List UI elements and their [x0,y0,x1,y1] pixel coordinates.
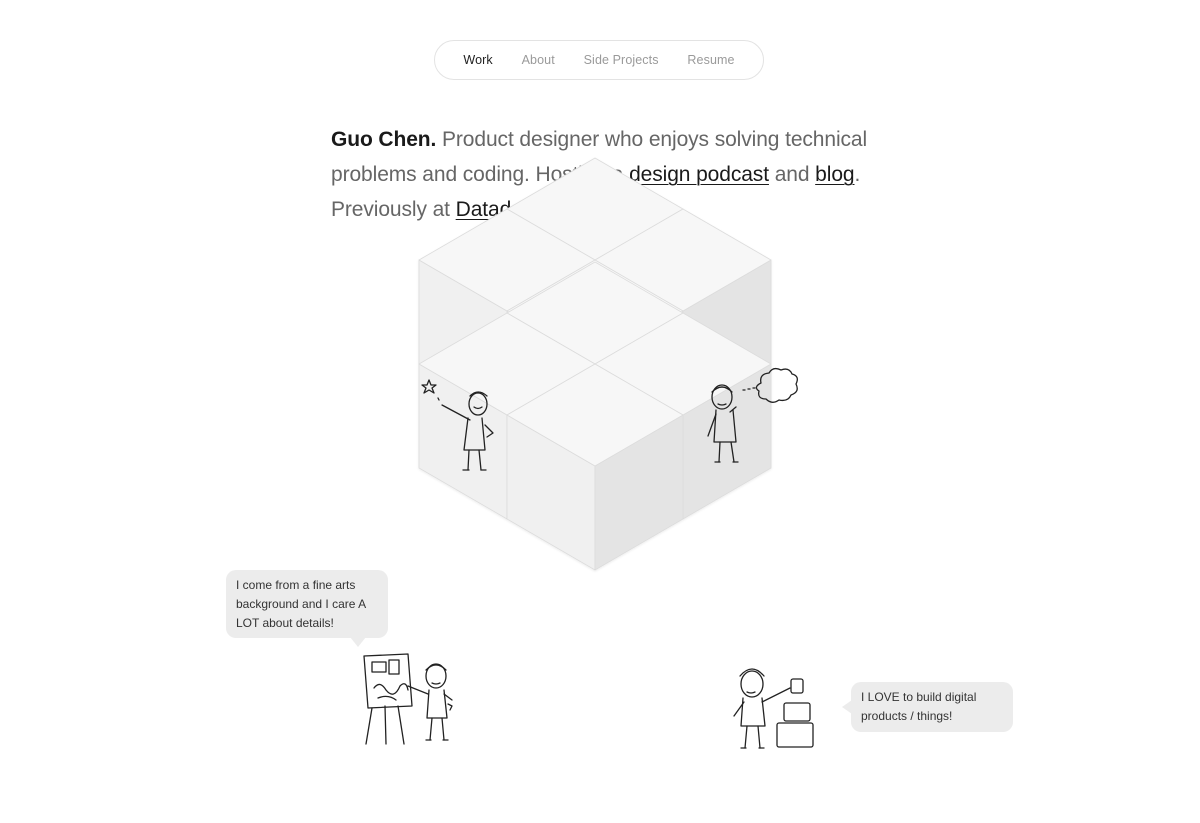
cube-face-left [418,363,508,520]
intro-text: and [768,163,816,186]
cube-face-left [594,259,684,416]
cube-face-left [594,363,684,520]
cube-face-top [506,363,684,467]
datadog-link[interactable]: Datadog [456,198,535,221]
easel-canvas [363,653,413,709]
cube-face-right [594,208,684,365]
cube-face-right [594,312,684,469]
cube-face-left [506,312,596,469]
cube-face-right [682,363,772,520]
intro-name: Guo Chen. [331,128,437,151]
nav-about[interactable]: About [522,53,555,67]
figure-waving-star [421,379,494,471]
speech-bubble-fine-arts: I come from a fine arts background and I… [226,570,388,647]
intro-text: . [645,198,652,221]
figure-painter [363,653,453,745]
cube-face-left [506,310,596,467]
design-podcast-link[interactable]: design podcast [629,163,769,186]
cube-face-top [506,261,684,365]
top-nav: Work About Side Projects Resume [434,40,764,80]
intro-paragraph: Guo Chen. Product designer who enjoys so… [331,122,871,227]
cube-face-right [594,414,684,571]
star-icon [421,379,437,394]
cube-face-left [418,259,508,416]
nav-side-projects[interactable]: Side Projects [584,53,659,67]
cube-face-left [506,414,596,571]
nav-resume[interactable]: Resume [687,53,734,67]
cube-face-right [682,259,772,416]
figure-thinking [707,367,798,463]
cube-face-right [506,363,596,520]
roblox-link[interactable]: Roblox [581,198,646,221]
thought-cloud-icon [755,367,798,403]
cube-face-top [506,259,684,363]
figure-builder [733,668,814,749]
nav-work[interactable]: Work [463,53,492,67]
cube-face-right [594,310,684,467]
cube-face-right [506,259,596,416]
blog-link[interactable]: blog [815,163,854,186]
page: Work About Side Projects Resume Guo Chen… [0,0,1200,823]
cube-face-left [506,208,596,365]
intro-text: and [534,198,581,221]
speech-bubble-build: I LOVE to build digital products / thing… [842,682,1013,732]
cube-face-top [594,312,772,416]
cube-face-top [418,312,596,416]
